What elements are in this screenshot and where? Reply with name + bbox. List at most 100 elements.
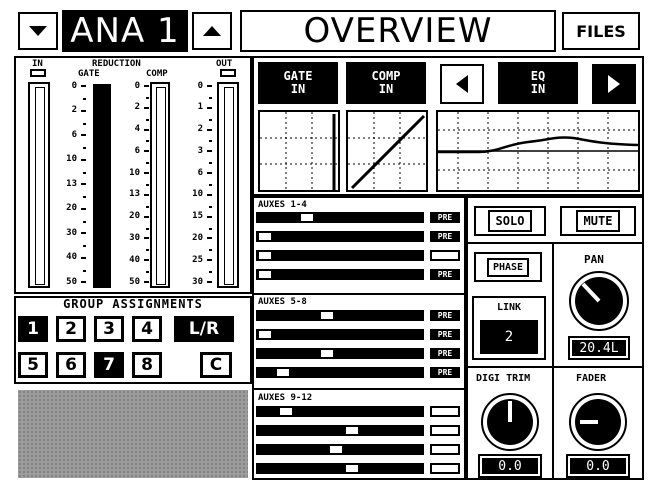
- aux-send-handle[interactable]: [345, 464, 359, 473]
- files-button[interactable]: FILES: [562, 12, 640, 50]
- eq-prev-button[interactable]: [440, 64, 484, 104]
- pan-value: 20.4L: [568, 336, 630, 360]
- meter-minor-tick: [209, 271, 212, 274]
- aux-send-handle[interactable]: [300, 213, 314, 222]
- aux-pre-button[interactable]: PRE: [430, 329, 460, 340]
- aux-pre-button[interactable]: [430, 250, 460, 261]
- aux-pre-button[interactable]: PRE: [430, 367, 460, 378]
- auxes-9-12-title: AUXES 9-12: [258, 393, 313, 403]
- meter-scale-label: 10: [66, 154, 77, 164]
- meter-tick-mark: [207, 172, 212, 175]
- group-assign-button[interactable]: L/R: [174, 316, 234, 342]
- meter-scale-label: 40: [66, 252, 77, 262]
- meter-scale-tick: 40: [113, 255, 149, 265]
- aux-send-handle[interactable]: [319, 311, 334, 320]
- eq-next-button[interactable]: [592, 64, 636, 104]
- mute-button[interactable]: MUTE: [560, 206, 636, 236]
- controls-divider-vertical: [552, 242, 554, 366]
- aux-pre-button[interactable]: [430, 406, 460, 417]
- meter-scale-tick: 1: [172, 103, 212, 113]
- gate-reduction-meter: [93, 84, 111, 288]
- link-value[interactable]: 2: [480, 320, 538, 354]
- aux-send-slider[interactable]: [256, 269, 424, 280]
- knob-icon: [569, 271, 629, 331]
- aux-pre-button[interactable]: PRE: [430, 269, 460, 280]
- aux-pre-button[interactable]: PRE: [430, 212, 460, 223]
- eq-curve-graph: [436, 110, 640, 192]
- solo-button[interactable]: SOLO: [474, 206, 546, 236]
- group-assign-button[interactable]: 5: [18, 352, 48, 378]
- aux-send-handle[interactable]: [345, 426, 359, 435]
- meter-scale-tick: 20: [113, 212, 149, 222]
- channel-up-button[interactable]: [192, 12, 232, 50]
- channel-down-button[interactable]: [18, 12, 58, 50]
- group-assign-button[interactable]: 4: [132, 316, 162, 342]
- aux-send-slider[interactable]: [256, 348, 424, 359]
- aux-send-handle[interactable]: [258, 270, 272, 279]
- group-assign-button[interactable]: 1: [18, 316, 48, 342]
- auxes-1-4-title: AUXES 1-4: [258, 200, 307, 210]
- meter-scale-tick: 30: [52, 228, 86, 238]
- aux-send-handle[interactable]: [328, 445, 343, 454]
- meter-minor-tick: [209, 227, 212, 230]
- meter-scale-tick: 6: [52, 130, 86, 140]
- meter-scale-label: 15: [192, 211, 203, 222]
- aux-send-handle[interactable]: [258, 251, 272, 260]
- comp-meter-scale: 0 1 2 3 6 10 15 20 25 30: [172, 81, 212, 286]
- meter-tick-mark: [144, 85, 149, 87]
- digi-trim-label: DIGI TRIM: [476, 373, 531, 384]
- aux-pre-button[interactable]: PRE: [430, 348, 460, 359]
- meter-tick-mark: [81, 134, 86, 136]
- aux-send-slider[interactable]: [256, 329, 424, 340]
- group-assign-button[interactable]: 7: [94, 352, 124, 378]
- phase-button[interactable]: PHASE: [474, 252, 542, 282]
- aux-pre-button[interactable]: [430, 463, 460, 474]
- aux-send-handle[interactable]: [319, 349, 334, 358]
- meter-scale-label: 20: [129, 211, 140, 222]
- meter-tick-mark: [144, 281, 149, 283]
- aux-send-slider[interactable]: [256, 250, 424, 261]
- channel-name[interactable]: ANA 1: [62, 10, 188, 52]
- aux-send-slider[interactable]: [256, 463, 424, 474]
- meter-scale-tick: 50: [113, 277, 149, 287]
- fader-knob[interactable]: [568, 392, 628, 452]
- triangle-left-icon: [456, 75, 468, 93]
- group-assign-button[interactable]: C: [200, 352, 232, 378]
- aux-send-handle[interactable]: [258, 232, 272, 241]
- meter-tick-mark: [81, 109, 86, 112]
- aux-send-slider[interactable]: [256, 406, 424, 417]
- aux-send-handle[interactable]: [279, 407, 293, 416]
- group-assign-button[interactable]: 8: [132, 352, 162, 378]
- aux-pre-button[interactable]: PRE: [430, 310, 460, 321]
- aux-send-slider[interactable]: [256, 310, 424, 321]
- aux-send-slider[interactable]: [256, 231, 424, 242]
- reduction-label: REDUCTION: [92, 59, 141, 69]
- aux-send-slider[interactable]: [256, 444, 424, 455]
- comp-in-button[interactable]: COMP IN: [346, 62, 426, 104]
- meter-minor-tick: [83, 147, 86, 150]
- output-level-meter: [217, 82, 239, 288]
- aux-pre-button[interactable]: [430, 444, 460, 455]
- aux-send-row: PRE: [256, 367, 462, 378]
- aux-send-slider[interactable]: [256, 212, 424, 223]
- meter-scale-label: 50: [66, 276, 77, 287]
- aux-send-slider[interactable]: [256, 367, 424, 378]
- meter-scale-label: 6: [134, 145, 140, 156]
- gate-in-button[interactable]: GATE IN: [258, 62, 338, 104]
- aux-send-handle[interactable]: [276, 368, 290, 377]
- group-assign-button[interactable]: 6: [56, 352, 86, 378]
- group-assign-button[interactable]: 2: [56, 316, 86, 342]
- aux-send-slider[interactable]: [256, 425, 424, 436]
- meter-scale-label: 1: [197, 102, 203, 113]
- meter-tick-mark: [144, 193, 149, 196]
- controls-divider-vertical: [552, 366, 554, 480]
- meter-scale-label: 2: [134, 102, 140, 113]
- eq-in-button[interactable]: EQ IN: [498, 62, 578, 104]
- pan-knob[interactable]: [568, 270, 630, 332]
- aux-pre-button[interactable]: [430, 425, 460, 436]
- group-assign-button[interactable]: 3: [94, 316, 124, 342]
- digi-trim-knob[interactable]: [480, 392, 540, 452]
- meter-tick-mark: [207, 259, 212, 262]
- aux-send-handle[interactable]: [258, 330, 272, 339]
- aux-pre-button[interactable]: PRE: [430, 231, 460, 242]
